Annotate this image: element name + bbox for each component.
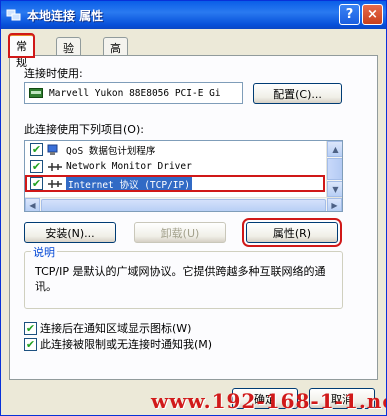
title-bar[interactable]: 本地连接 属性 ? × [1, 1, 386, 29]
items-label: 此连接使用下列项目(O): [24, 123, 144, 136]
scroll-left-button[interactable]: ◀ [25, 198, 40, 211]
item-text-selected: Internet 协议 (TCP/IP) [66, 176, 192, 191]
description-text: TCP/IP 是默认的广域网协议。它提供跨越多种互联网络的通讯。 [35, 265, 326, 293]
configure-button[interactable]: 配置(C)... [253, 83, 342, 104]
description-group: 说明 TCP/IP 是默认的广域网协议。它提供跨越多种互联网络的通讯。 [24, 244, 343, 309]
list-item-tcpip[interactable]: ✔ Internet 协议 (TCP/IP) [25, 175, 325, 192]
notify-checkbox[interactable]: ✔ [24, 337, 37, 351]
properties-dialog: 本地连接 属性 ? × 常规 验证 高级 连接时使用: Marvell Yuko… [0, 0, 387, 416]
item-checkbox[interactable]: ✔ [30, 143, 43, 156]
horizontal-scrollbar[interactable]: ◀ ▶ [25, 197, 342, 211]
show-icon-checkbox[interactable]: ✔ [24, 321, 37, 335]
connect-using-label: 连接时使用: [24, 67, 83, 80]
show-icon-option[interactable]: ✔ 连接后在通知区域显示图标(W) [24, 320, 191, 336]
ok-button[interactable]: 确定 [232, 388, 298, 409]
scroll-thumb[interactable] [327, 158, 342, 180]
item-checkbox[interactable]: ✔ [30, 160, 43, 173]
scroll-down-button[interactable]: ▼ [327, 181, 342, 197]
adapter-field: Marvell Yukon 88E8056 PCI-E Gi [24, 82, 243, 104]
qos-icon [47, 144, 63, 156]
item-text: QoS 数据包计划程序 [66, 145, 156, 157]
description-title: 说明 [31, 244, 57, 260]
tab-advanced[interactable]: 高级 [103, 37, 128, 71]
general-panel: 连接时使用: Marvell Yukon 88E8056 PCI-E Gi 配置… [9, 55, 378, 380]
tab-general[interactable]: 常规 [8, 33, 35, 69]
properties-button[interactable]: 属性(R) [242, 218, 342, 247]
adapter-name: Marvell Yukon 88E8056 PCI-E Gi [49, 87, 221, 99]
notify-label: 此连接被限制或无连接时通知我(M) [40, 338, 213, 351]
tab-authentication[interactable]: 验证 [56, 37, 81, 71]
list-item[interactable]: ✔ Network Monitor Driver [25, 158, 325, 175]
scroll-right-button[interactable]: ▶ [327, 198, 342, 211]
close-button[interactable]: × [362, 4, 383, 25]
cancel-button[interactable]: 取消 [309, 388, 375, 409]
network-card-icon [29, 88, 43, 98]
help-button[interactable]: ? [339, 4, 360, 25]
components-list[interactable]: ✔ QoS 数据包计划程序 ✔ Network Monitor Driver ✔… [24, 140, 343, 212]
install-button[interactable]: 安装(N)... [24, 222, 116, 243]
uninstall-button[interactable]: 卸载(U) [134, 222, 226, 243]
scroll-up-button[interactable]: ▲ [327, 141, 342, 157]
network-protocol-icon [47, 178, 63, 190]
item-checkbox[interactable]: ✔ [30, 177, 43, 190]
notify-option[interactable]: ✔ 此连接被限制或无连接时通知我(M) [24, 336, 212, 352]
network-protocol-icon [47, 161, 63, 173]
window-title: 本地连接 属性 [27, 8, 104, 23]
network-connection-icon [6, 7, 22, 23]
vertical-scrollbar[interactable]: ▲ ▼ [326, 141, 342, 197]
horizontal-scroll-thumb[interactable] [41, 199, 326, 211]
item-text: Network Monitor Driver [66, 161, 192, 172]
list-item[interactable]: ✔ QoS 数据包计划程序 [25, 141, 325, 158]
show-icon-label: 连接后在通知区域显示图标(W) [40, 322, 192, 335]
